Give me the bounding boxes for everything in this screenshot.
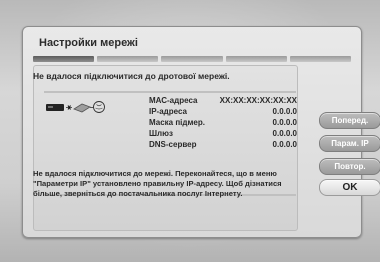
ok-button[interactable]: OK [319,179,380,196]
subnet-mask-row: Маска підмер. 0.0.0.0 [149,117,297,128]
ip-address-label: IP-адреса [149,107,187,116]
mac-address-row: МАС-адреса XX:XX:XX:XX:XX:XX [149,95,297,106]
ip-settings-button[interactable]: Парам. IP [319,135,380,152]
tv-device-icon [46,104,64,111]
connection-diagram [46,101,105,113]
globe-icon [93,101,105,113]
mac-address-label: МАС-адреса [149,96,198,105]
previous-button[interactable]: Поперед. [319,112,380,129]
retry-button[interactable]: Повтор. [319,158,380,175]
gateway-label: Шлюз [149,129,173,138]
gateway-row: Шлюз 0.0.0.0 [149,128,297,139]
gateway-value: 0.0.0.0 [272,129,297,138]
mac-address-value: XX:XX:XX:XX:XX:XX [219,96,297,105]
error-message: Не вдалося підключитися до мережі. Перек… [33,169,282,198]
dns-server-row: DNS-сервер 0.0.0.0 [149,139,297,150]
dns-server-value: 0.0.0.0 [272,140,297,149]
ip-address-row: IP-адреса 0.0.0.0 [149,106,297,117]
network-info-table: МАС-адреса XX:XX:XX:XX:XX:XX IP-адреса 0… [149,95,297,150]
subnet-mask-value: 0.0.0.0 [272,118,297,127]
network-settings-dialog: Настройки мережі Не вдалося підключитися… [22,26,380,238]
connection-fail-icon [66,105,72,110]
error-header: Не вдалося підключитися до дротової мере… [33,71,230,81]
router-icon [73,103,91,113]
progress-tabs [33,56,352,62]
dialog-title: Настройки мережі [39,37,138,49]
dns-server-label: DNS-сервер [149,140,197,149]
ip-address-value: 0.0.0.0 [272,107,297,116]
subnet-mask-label: Маска підмер. [149,118,205,127]
